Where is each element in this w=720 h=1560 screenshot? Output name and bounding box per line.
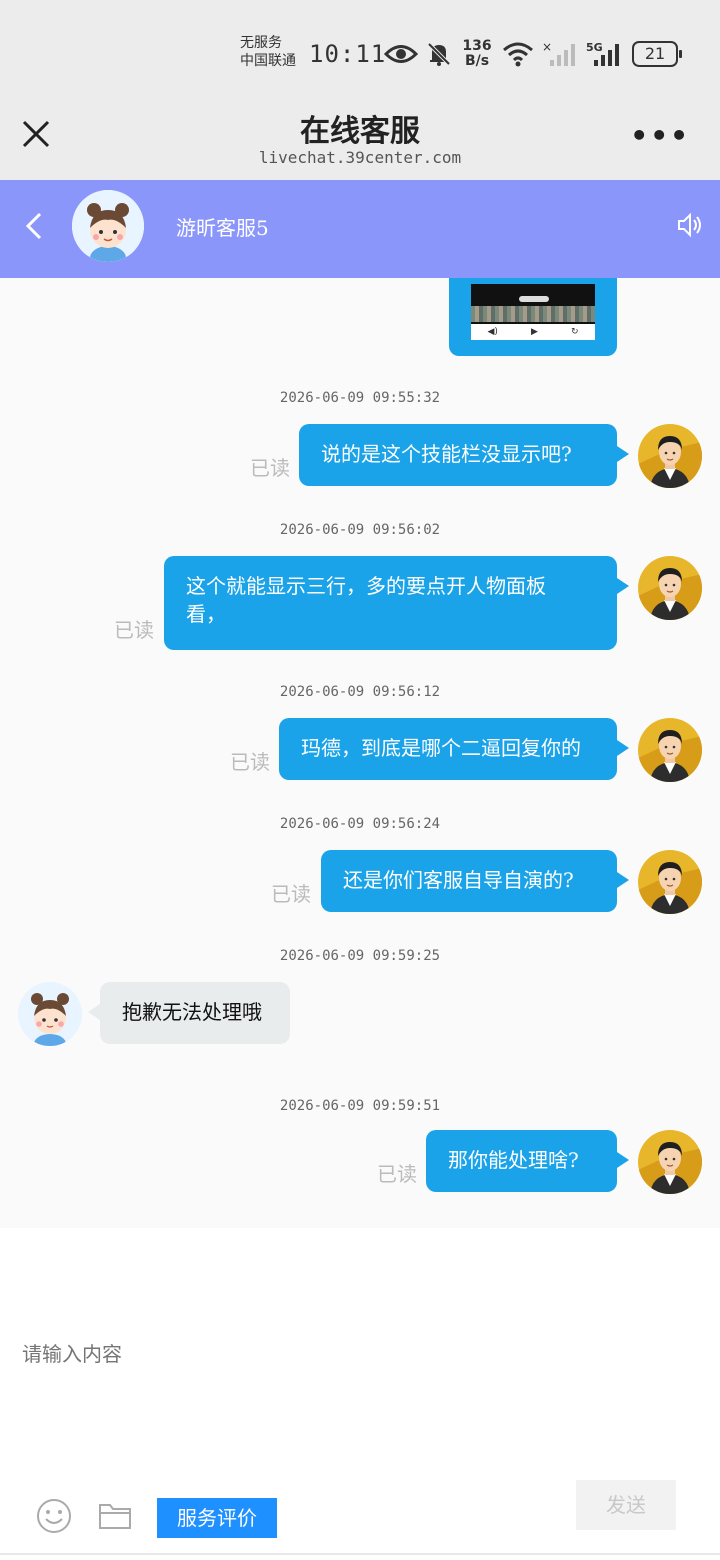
- more-icon[interactable]: •••: [630, 122, 690, 150]
- user-avatar: [638, 556, 702, 620]
- message-text: 看，: [186, 602, 226, 626]
- user-message-bubble[interactable]: 那你能处理啥?: [426, 1130, 629, 1192]
- agent-message-bubble[interactable]: 抱歉无法处理哦: [88, 982, 290, 1044]
- message-input[interactable]: [22, 1338, 622, 1370]
- folder-icon[interactable]: [98, 1500, 132, 1530]
- message-timestamp: 2026-06-09 09:59:25: [279, 948, 441, 964]
- message-text: 这个就能显示三行，多的要点开人物面板: [186, 574, 546, 598]
- message-text: 那你能处理啥?: [448, 1148, 579, 1172]
- status-bar: 无服务 中国联通 10:11 136 B/s × 5G 21: [0, 0, 720, 100]
- carrier-name: 中国联通: [240, 53, 296, 69]
- signal-5g-icon: 5G: [586, 41, 619, 66]
- message-timestamp: 2026-06-09 09:56:24: [279, 816, 441, 832]
- message-text: 说的是这个技能栏没显示吧?: [321, 442, 572, 466]
- read-receipt: 已读: [230, 750, 270, 774]
- clock: 10:11: [309, 40, 387, 68]
- chat-header: 游昕客服5: [0, 180, 720, 278]
- message-timestamp: 2026-06-09 09:55:32: [279, 390, 441, 406]
- read-receipt: 已读: [271, 882, 311, 906]
- user-avatar: [638, 718, 702, 782]
- message-text: 抱歉无法处理哦: [122, 1000, 262, 1024]
- no-signal-icon: ×: [542, 40, 575, 66]
- wifi-icon: [503, 42, 533, 67]
- net-speed-value: 136: [462, 38, 492, 54]
- user-avatar: [638, 850, 702, 914]
- emoji-icon[interactable]: [36, 1498, 72, 1534]
- carrier-info: 无服务 中国联通: [240, 34, 306, 70]
- read-receipt: 已读: [377, 1162, 417, 1186]
- user-avatar: [638, 1130, 702, 1194]
- carrier-status: 无服务: [240, 35, 282, 51]
- message-text: 玛德，到底是哪个二逼回复你的: [301, 736, 581, 760]
- message-timestamp: 2026-06-09 09:59:51: [279, 1098, 441, 1114]
- webview-header: 在线客服 livechat.39center.com •••: [0, 100, 720, 180]
- send-button[interactable]: 发送: [576, 1480, 676, 1530]
- svg-text:×: ×: [542, 40, 552, 54]
- agent-avatar: [18, 982, 82, 1046]
- video-thumbnail[interactable]: ◀) ▶ ↻: [471, 284, 595, 340]
- message-timestamp: 2026-06-09 09:56:02: [279, 522, 441, 538]
- eye-icon: [384, 45, 418, 63]
- mute-bell-icon: [427, 42, 451, 66]
- message-timestamp: 2026-06-09 09:56:12: [279, 684, 441, 700]
- status-icons: 136 B/s × 5G 21: [384, 36, 682, 72]
- page-title: 在线客服: [300, 114, 420, 149]
- agent-avatar: [72, 190, 144, 262]
- net-speed-unit: B/s: [464, 53, 490, 69]
- volume-icon[interactable]: ◀): [488, 327, 498, 337]
- composer: 服务评价 发送: [0, 1228, 720, 1560]
- user-message-bubble[interactable]: 说的是这个技能栏没显示吧?: [299, 424, 629, 486]
- back-icon[interactable]: [22, 210, 46, 242]
- battery-indicator: 21: [632, 41, 682, 67]
- user-message-bubble[interactable]: 玛德，到底是哪个二逼回复你的: [279, 718, 629, 780]
- video-message[interactable]: ◀) ▶ ↻: [449, 278, 617, 356]
- play-icon[interactable]: ▶: [531, 327, 538, 337]
- net-speed: 136 B/s: [460, 39, 494, 69]
- svg-text:5G: 5G: [586, 41, 603, 54]
- read-receipt: 已读: [114, 618, 154, 642]
- page-url: livechat.39center.com: [258, 148, 462, 167]
- speaker-icon[interactable]: [676, 212, 702, 238]
- read-receipt: 已读: [250, 456, 290, 480]
- message-text: 还是你们客服自导自演的?: [343, 868, 574, 892]
- user-avatar: [638, 424, 702, 488]
- agent-name: 游昕客服5: [176, 216, 269, 240]
- user-message-bubble[interactable]: 还是你们客服自导自演的?: [321, 850, 629, 912]
- divider: [0, 1553, 720, 1555]
- rate-service-button[interactable]: 服务评价: [157, 1498, 277, 1538]
- chat-messages: ◀) ▶ ↻ 2026-06-09 09:55:32 已读 说的是这个技能栏没显示吧…: [0, 278, 720, 1228]
- rotate-icon[interactable]: ↻: [571, 327, 579, 337]
- user-message-bubble[interactable]: 这个就能显示三行，多的要点开人物面板 看，: [164, 556, 629, 650]
